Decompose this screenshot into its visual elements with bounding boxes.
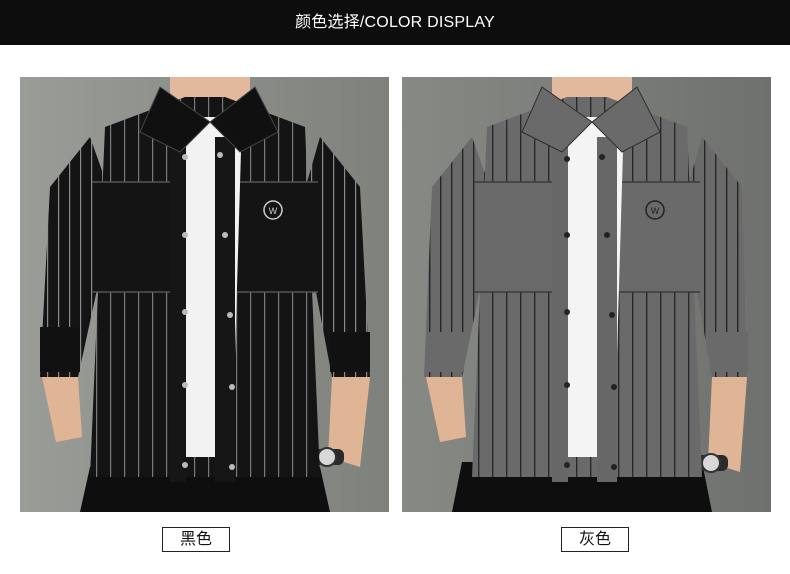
svg-text:W: W xyxy=(651,206,660,216)
svg-text:W: W xyxy=(269,206,278,216)
header-title: 颜色选择/COLOR DISPLAY xyxy=(295,14,495,31)
color-label-grey: 灰色 xyxy=(561,527,629,552)
product-photo-black: W xyxy=(20,77,389,512)
product-photo-grey: W xyxy=(402,77,771,512)
color-label-black: 黑色 xyxy=(162,527,230,552)
